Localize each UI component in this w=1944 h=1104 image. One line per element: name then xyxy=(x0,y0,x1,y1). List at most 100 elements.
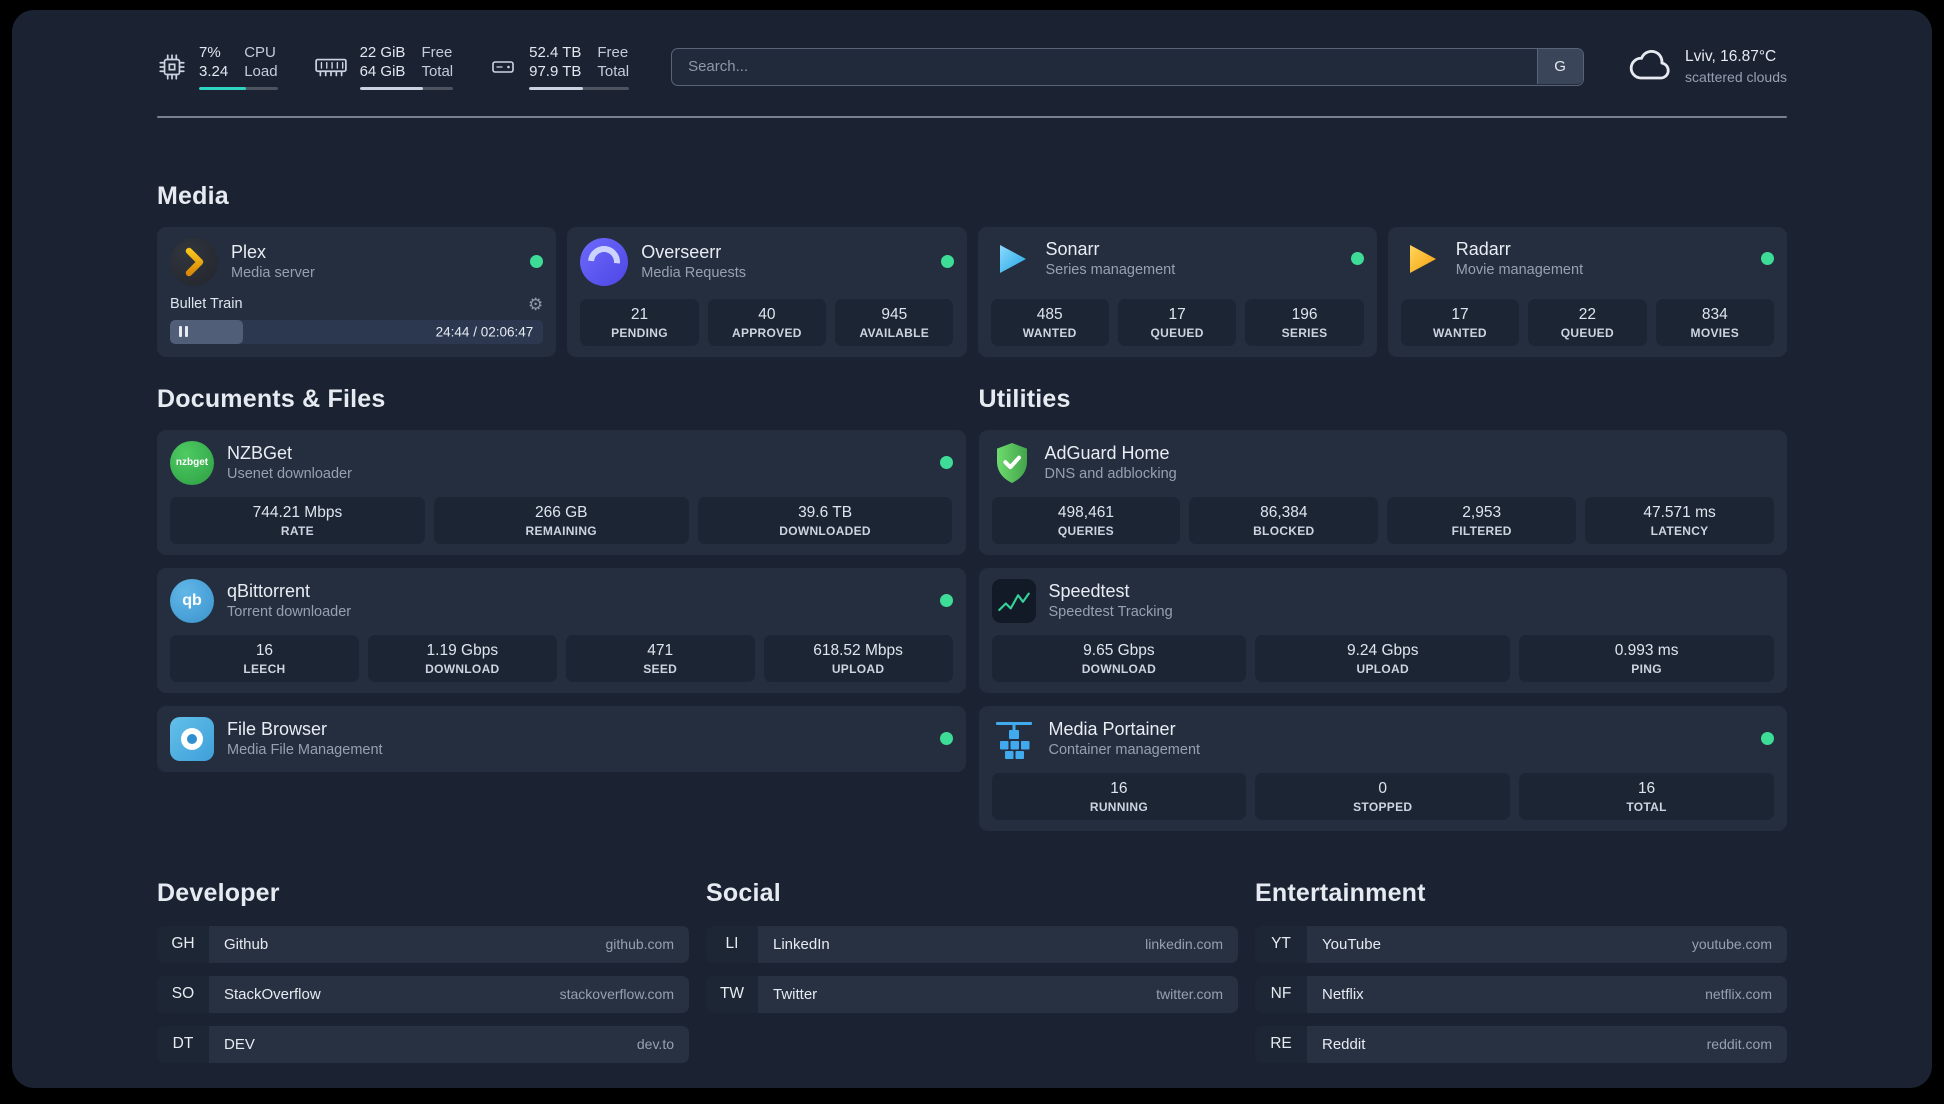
qbittorrent-icon: qb xyxy=(170,578,214,623)
qbittorrent-card[interactable]: qb qBittorrent Torrent downloader 16 LEE… xyxy=(157,567,966,693)
bookmark-dev[interactable]: DT DEV dev.to xyxy=(157,1025,689,1063)
card-name: qBittorrent xyxy=(227,581,311,601)
stat-value: 17 xyxy=(1451,305,1469,323)
status-dot xyxy=(1350,252,1364,265)
bookmark-abbr: TW xyxy=(706,975,758,1013)
stat-box: 498,461 QUERIES xyxy=(991,496,1181,544)
status-dot xyxy=(939,594,953,607)
adguard-icon xyxy=(992,441,1032,485)
bookmark-domain: reddit.com xyxy=(1706,1036,1772,1052)
gear-icon[interactable]: ⚙ xyxy=(528,296,543,313)
speedtest-card[interactable]: Speedtest Speedtest Tracking 9.65 Gbps D… xyxy=(978,567,1787,693)
stat-value: 21 xyxy=(630,305,649,323)
bookmark-abbr: GH xyxy=(157,925,209,963)
adguard-card[interactable]: AdGuard Home DNS and adblocking 498,461 … xyxy=(978,429,1787,555)
bookmark-name: Netflix xyxy=(1322,985,1364,1003)
radarr-card[interactable]: Radarr Movie management 17 WANTED 22 QUE… xyxy=(1387,226,1787,357)
stat-value: 16 xyxy=(1110,779,1128,797)
bookmark-abbr: SO xyxy=(157,975,209,1013)
disk-free-label: Free xyxy=(597,44,629,61)
card-name: Speedtest xyxy=(1048,581,1130,601)
weather-location: Lviv, 16.87°C xyxy=(1685,47,1777,65)
overseerr-card[interactable]: Overseerr Media Requests 21 PENDING 40 A… xyxy=(567,226,967,357)
stat-label: PING xyxy=(1631,661,1662,676)
stat-box: 39.6 TB DOWNLOADED xyxy=(697,496,953,544)
utilities-column: Utilities AdGuard Home DNS and adblockin… xyxy=(978,385,1787,831)
stat-label: WANTED xyxy=(1433,325,1487,340)
bookmark-youtube[interactable]: YT YouTube youtube.com xyxy=(1255,925,1787,963)
bookmark-name: StackOverflow xyxy=(224,985,321,1003)
stat-label: REMAINING xyxy=(525,523,597,538)
bookmarks-entertainment: Entertainment YT YouTube youtube.com NF … xyxy=(1255,879,1787,1063)
card-desc: Usenet downloader xyxy=(227,466,352,482)
stat-label: DOWNLOAD xyxy=(1081,661,1157,676)
stat-box: 86,384 BLOCKED xyxy=(1189,496,1379,544)
weather-condition: scattered clouds xyxy=(1685,68,1787,85)
bookmark-abbr: YT xyxy=(1255,925,1307,963)
disk-free-value: 52.4 TB xyxy=(529,44,582,61)
stat-label: FILTERED xyxy=(1451,523,1512,538)
stat-label: QUEUED xyxy=(1150,325,1204,340)
stat-value: 2,953 xyxy=(1462,503,1502,521)
filebrowser-card[interactable]: File Browser Media File Management xyxy=(157,705,966,772)
memory-total-value: 64 GiB xyxy=(359,62,406,80)
card-desc: Media File Management xyxy=(227,742,383,758)
radarr-icon xyxy=(1401,238,1443,280)
stat-label: LEECH xyxy=(243,661,286,676)
filebrowser-icon xyxy=(170,716,214,761)
portainer-card[interactable]: Media Portainer Container management 16 … xyxy=(978,705,1787,831)
disk-usage-bar xyxy=(529,86,630,90)
stat-value: 0 xyxy=(1378,779,1388,797)
section-title-entertainment: Entertainment xyxy=(1255,878,1426,907)
bookmark-domain: twitter.com xyxy=(1156,986,1223,1002)
memory-total-label: Total xyxy=(421,62,454,80)
bookmark-name: YouTube xyxy=(1322,935,1381,953)
bookmark-domain: dev.to xyxy=(636,1036,674,1052)
disk-total-label: Total xyxy=(597,62,630,80)
plex-card[interactable]: Plex Media server Bullet Train ⚙ 24:44 /… xyxy=(157,226,557,357)
stat-box: 834 MOVIES xyxy=(1655,298,1774,346)
card-desc: DNS and adblocking xyxy=(1044,466,1177,482)
stat-value: 16 xyxy=(1637,779,1656,797)
status-dot xyxy=(939,732,953,745)
search-input[interactable] xyxy=(671,47,1585,86)
card-name: Media Portainer xyxy=(1048,719,1176,739)
bookmark-twitter[interactable]: TW Twitter twitter.com xyxy=(706,975,1238,1013)
section-title-documents: Documents & Files xyxy=(157,384,386,413)
stat-value: 22 xyxy=(1578,305,1596,323)
bookmark-stackoverflow[interactable]: SO StackOverflow stackoverflow.com xyxy=(157,975,689,1013)
dashboard-panel: 7% 3.24 CPU Load 22 GiB 64 GiB Free Tota… xyxy=(12,10,1932,1088)
playback-progress-bar[interactable]: 24:44 / 02:06:47 xyxy=(170,319,544,344)
stat-box: 40 APPROVED xyxy=(707,298,827,346)
search-provider-button[interactable]: G xyxy=(1536,49,1583,85)
media-section: Media Plex Media server Bullet Train ⚙ 2… xyxy=(157,182,1787,357)
card-name: Radarr xyxy=(1455,239,1511,259)
sonarr-card[interactable]: Sonarr Series management 485 WANTED 17 Q… xyxy=(977,226,1377,357)
bookmark-linkedin[interactable]: LI LinkedIn linkedin.com xyxy=(706,925,1238,963)
card-name: Plex xyxy=(231,242,267,262)
stat-label: APPROVED xyxy=(731,325,802,340)
stat-label: STOPPED xyxy=(1353,799,1413,814)
stat-box: 16 RUNNING xyxy=(991,772,1247,820)
stat-box: 744.21 Mbps RATE xyxy=(170,496,425,544)
nzbget-card[interactable]: nzbget NZBGet Usenet downloader 744.21 M… xyxy=(157,429,966,555)
stat-value: 17 xyxy=(1168,305,1186,323)
stat-box: 9.65 Gbps DOWNLOAD xyxy=(991,634,1247,682)
stat-label: DOWNLOADED xyxy=(779,523,871,538)
top-bar: 7% 3.24 CPU Load 22 GiB 64 GiB Free Tota… xyxy=(157,44,1787,90)
card-desc: Media server xyxy=(231,265,315,281)
pause-icon[interactable] xyxy=(179,326,188,337)
documents-column: Documents & Files nzbget NZBGet Usenet d… xyxy=(157,385,966,772)
bookmark-domain: netflix.com xyxy=(1705,986,1772,1002)
card-desc: Container management xyxy=(1048,742,1201,758)
stat-label: TOTAL xyxy=(1626,799,1667,814)
card-name: AdGuard Home xyxy=(1044,443,1170,463)
bookmark-github[interactable]: GH Github github.com xyxy=(157,925,689,963)
memory-widget: 22 GiB 64 GiB Free Total xyxy=(314,44,454,90)
bookmarks-social: Social LI LinkedIn linkedin.com TW Twitt… xyxy=(706,879,1238,1063)
stat-value: 834 xyxy=(1701,305,1728,323)
bookmark-reddit[interactable]: RE Reddit reddit.com xyxy=(1255,1025,1787,1063)
bookmark-netflix[interactable]: NF Netflix netflix.com xyxy=(1255,975,1787,1013)
stat-label: BLOCKED xyxy=(1253,523,1315,538)
stat-label: UPLOAD xyxy=(831,661,885,676)
